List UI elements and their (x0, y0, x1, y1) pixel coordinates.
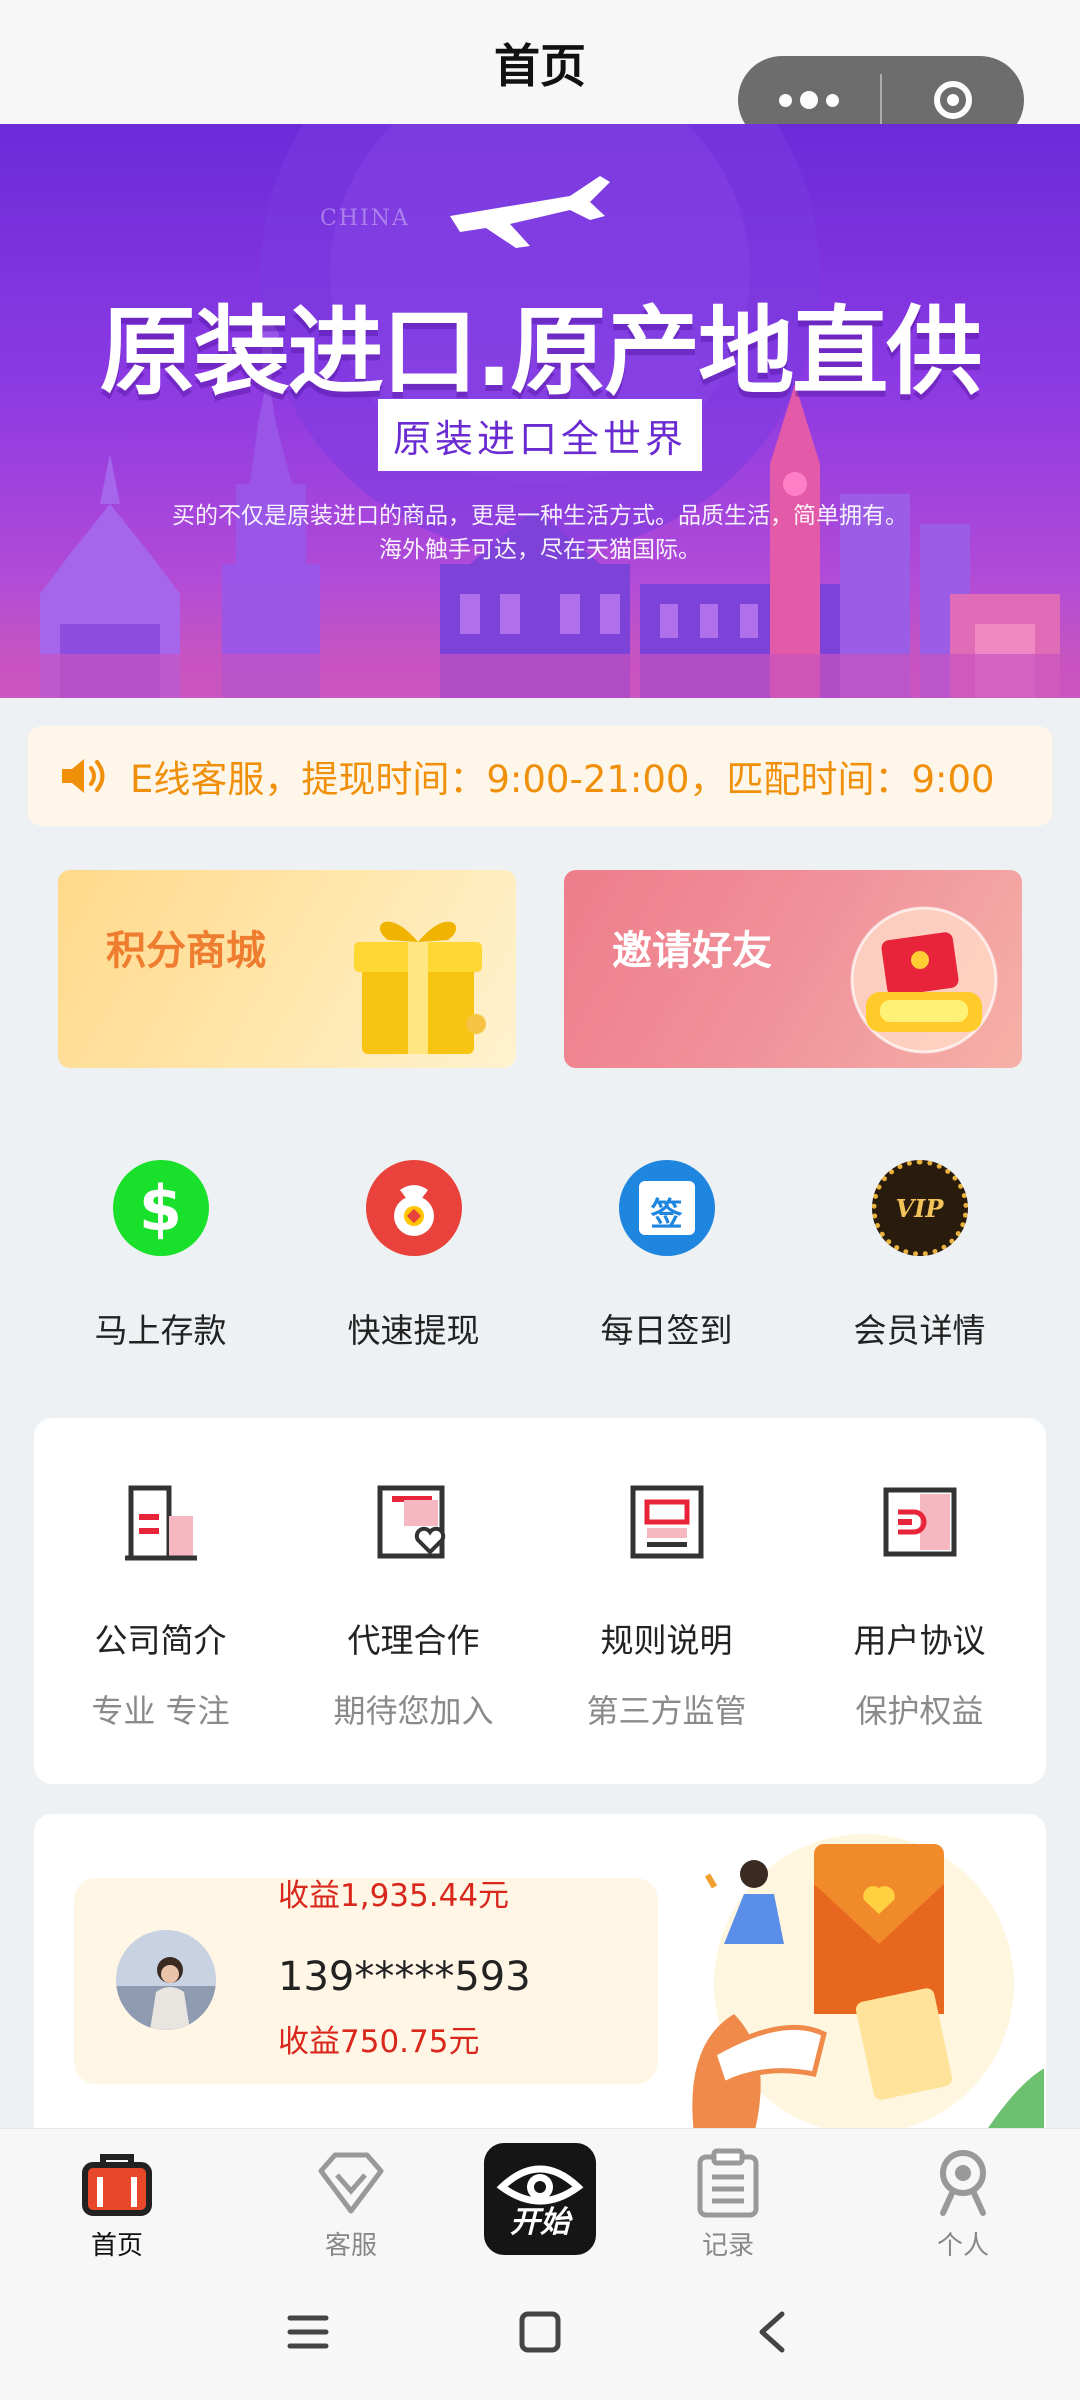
rules-subtitle: 第三方监管 (586, 1692, 747, 1730)
tab-records-label: 记录 (701, 2231, 754, 2261)
deposit-label: 马上存款 (94, 1311, 227, 1350)
withdraw-button[interactable]: 快速提现 (287, 1160, 540, 1352)
user-agreement-subtitle: 保护权益 (855, 1692, 984, 1730)
tab-home-label: 首页 (90, 2231, 143, 2261)
deposit-button[interactable]: $ 马上存款 (34, 1160, 287, 1352)
rules-title: 规则说明 (600, 1621, 733, 1660)
vip-badge-icon: VIP (871, 1160, 968, 1256)
more-dot-icon (779, 93, 792, 107)
menu-icon[interactable] (287, 2315, 329, 2349)
income-text: 收益750.75元 (278, 2024, 480, 2060)
start-button[interactable]: 开始 (484, 2143, 596, 2255)
home-square-icon[interactable] (519, 2311, 561, 2353)
red-envelope-bubble-icon (850, 906, 998, 1054)
quick-actions: $ 马上存款 快速提现 签 每日签到 VIP 会员详情 (0, 1160, 1080, 1360)
vip-details-button[interactable]: VIP 会员详情 (793, 1160, 1046, 1352)
withdraw-label: 快速提现 (347, 1311, 480, 1350)
banner-headline: 原装进口.原产地直供 (99, 296, 982, 408)
diamond-icon (315, 2147, 387, 2219)
home-bag-icon (81, 2147, 153, 2219)
back-arrow-icon[interactable] (759, 2311, 785, 2353)
user-agreement-item[interactable]: 用户协议 保护权益 (793, 1418, 1046, 1732)
daily-checkin-label: 每日签到 (600, 1311, 733, 1350)
company-intro-item[interactable]: 公司简介 专业 专注 (34, 1418, 287, 1732)
tab-home[interactable]: 首页 (37, 2147, 197, 2262)
company-intro-title: 公司简介 (94, 1621, 227, 1660)
company-intro-subtitle: 专业 专注 (91, 1692, 230, 1730)
app-header: 首页 (0, 0, 1080, 144)
user-agreement-title: 用户协议 (853, 1621, 986, 1660)
banner-description-line-1: 买的不仅是原装进口的商品，更是一种生活方式。品质生活，简单拥有。 (172, 503, 908, 529)
daily-checkin-button[interactable]: 签 每日签到 (540, 1160, 793, 1352)
tab-service-label: 客服 (324, 2231, 377, 2261)
notice-text: E线客服，提现时间：9:00-21:00，匹配时间：9:00 (130, 758, 995, 801)
china-label: CHINA (320, 206, 410, 231)
earnings-ticker: 收益1,935.44元 139*****593 收益750.75元 (74, 1878, 658, 2084)
red-envelope-illustration (692, 1834, 1044, 2134)
agreement-doc-icon (880, 1482, 960, 1562)
invite-friends-card[interactable]: 邀请好友 (564, 870, 1022, 1068)
previous-income-text: 收益1,935.44元 (278, 1878, 510, 1914)
money-bag-icon (365, 1160, 462, 1256)
start-label: 开始 (510, 2205, 570, 2240)
points-mall-card[interactable]: 积分商城 (58, 870, 516, 1068)
agent-doc-heart-icon (374, 1482, 454, 1562)
tab-records[interactable]: 记录 (648, 2147, 808, 2262)
more-dot-icon (800, 91, 818, 109)
banner-tag: 原装进口全世界 (378, 399, 702, 471)
tab-profile[interactable]: 个人 (883, 2147, 1043, 2262)
agent-cooperation-title: 代理合作 (347, 1621, 480, 1660)
system-navigation-bar (0, 2276, 1080, 2400)
clipboard-icon (692, 2147, 764, 2219)
tab-service[interactable]: 客服 (271, 2147, 431, 2262)
earnings-card: 收益1,935.44元 139*****593 收益750.75元 (34, 1814, 1046, 2134)
sign-in-calendar-icon: 签 (618, 1160, 715, 1256)
points-mall-label: 积分商城 (106, 928, 266, 974)
gift-box-icon (354, 921, 486, 1054)
bottom-tab-bar: 首页 客服 开始 记录 个人 (0, 2128, 1080, 2276)
info-card: 公司简介 专业 专注 代理合作 期待您加入 规则说明 第三方监管 用户协议 保护… (34, 1418, 1046, 1784)
invite-friends-label: 邀请好友 (612, 928, 772, 974)
phone-number-text: 139*****593 (278, 1954, 531, 2000)
agent-cooperation-subtitle: 期待您加入 (333, 1692, 494, 1730)
company-building-icon (121, 1482, 201, 1562)
dollar-icon: $ (112, 1160, 209, 1256)
avatar (116, 1930, 216, 2030)
promo-banner[interactable]: CHINA 原装进口.原产地直供 原装进口全世界 买的不仅是原装进口的商品，更是… (0, 124, 1080, 698)
person-icon (927, 2147, 999, 2219)
rules-item[interactable]: 规则说明 第三方监管 (540, 1418, 793, 1732)
agent-cooperation-item[interactable]: 代理合作 期待您加入 (287, 1418, 540, 1732)
notice-marquee[interactable]: E线客服，提现时间：9:00-21:00，匹配时间：9:00 (28, 726, 1052, 826)
tab-profile-label: 个人 (936, 2231, 989, 2261)
rules-doc-icon (627, 1482, 707, 1562)
more-dot-icon (826, 93, 839, 107)
target-circle-icon (934, 81, 972, 119)
banner-description-line-2: 海外触手可达，尽在天猫国际。 (379, 537, 701, 563)
vip-details-label: 会员详情 (853, 1311, 986, 1350)
speaker-icon (60, 726, 130, 826)
